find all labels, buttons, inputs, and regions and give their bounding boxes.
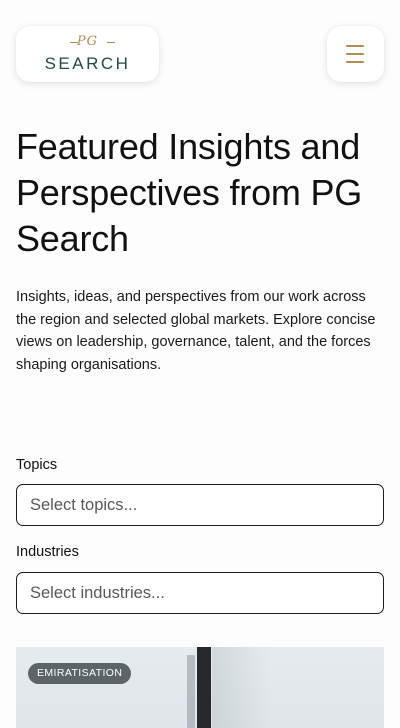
- article-image-shade: [212, 647, 272, 728]
- article-category-badge: EMIRATISATION: [28, 663, 132, 684]
- topics-placeholder: Select topics...: [30, 495, 138, 514]
- topics-select[interactable]: Select topics...: [16, 484, 384, 526]
- article-image-pole: [197, 647, 211, 728]
- industries-placeholder: Select industries...: [30, 583, 165, 602]
- article-card[interactable]: EMIRATISATION: [16, 647, 384, 728]
- page-intro: Insights, ideas, and perspectives from o…: [16, 289, 376, 373]
- logo-monogram: PG: [16, 34, 159, 50]
- logo-wordmark: SEARCH: [44, 54, 131, 73]
- logo-link[interactable]: PG SEARCH: [16, 26, 159, 82]
- topics-label: Topics: [16, 457, 58, 473]
- menu-button[interactable]: [327, 26, 384, 82]
- page-title: Featured Insights and Perspectives from …: [16, 126, 363, 259]
- industries-label: Industries: [16, 544, 79, 560]
- industries-select[interactable]: Select industries...: [16, 572, 384, 614]
- site-header: PG SEARCH: [0, 0, 400, 100]
- article-image-detail: [187, 655, 195, 728]
